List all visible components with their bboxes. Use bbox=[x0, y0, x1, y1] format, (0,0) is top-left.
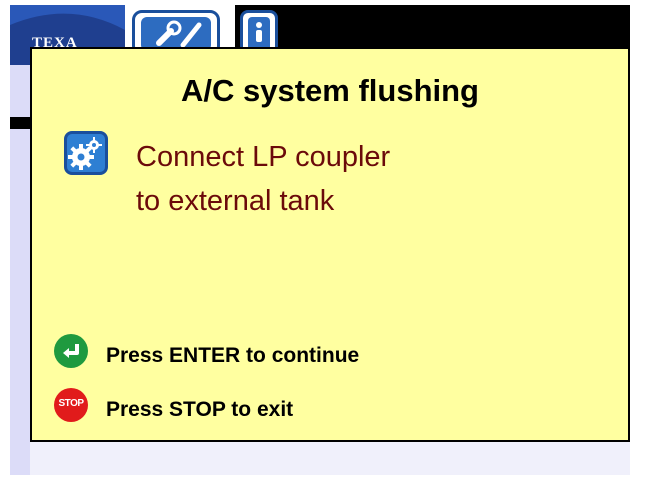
enter-button-icon[interactable] bbox=[54, 334, 88, 368]
stop-icon-label: STOP bbox=[58, 398, 84, 409]
dialog-title: A/C system flushing bbox=[181, 73, 479, 108]
wrench-screwdriver-icon bbox=[156, 20, 202, 48]
flushing-dialog: A/C system flushing Connect LP coupler t… bbox=[30, 47, 630, 442]
stop-button-icon[interactable]: STOP bbox=[54, 388, 88, 422]
stop-hint-text: Press STOP to exit bbox=[106, 398, 294, 421]
instruction-message: Connect LP coupler to external tank bbox=[136, 135, 390, 223]
person-info-icon bbox=[256, 22, 262, 42]
bottom-strip bbox=[30, 442, 630, 475]
message-line-1: Connect LP coupler bbox=[136, 141, 391, 173]
gears-icon bbox=[64, 131, 108, 175]
enter-arrow-icon bbox=[63, 344, 79, 358]
enter-hint-text: Press ENTER to continue bbox=[106, 344, 360, 367]
message-line-2: to external tank bbox=[136, 185, 335, 217]
